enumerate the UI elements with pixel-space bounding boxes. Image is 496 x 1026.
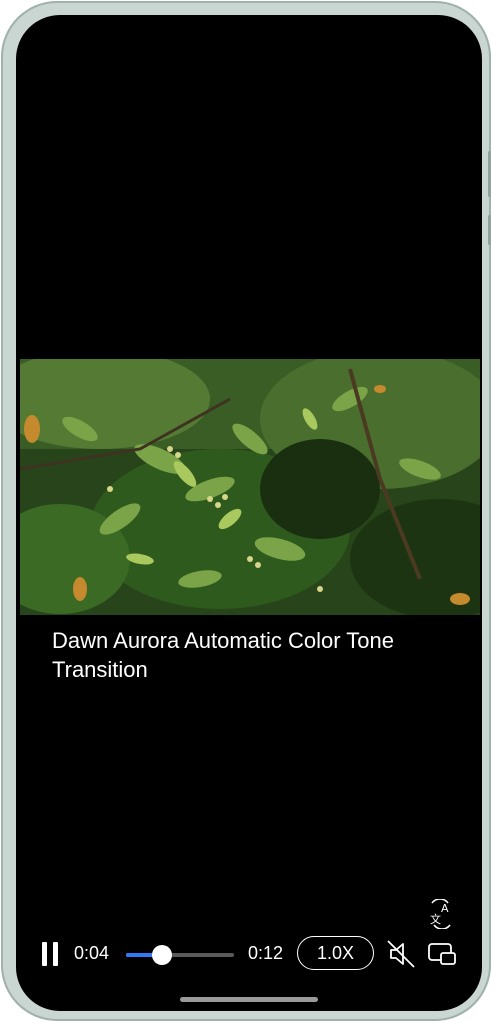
video-title: Dawn Aurora Automatic Color Tone Transit… — [52, 628, 394, 682]
muted-speaker-icon — [387, 940, 415, 968]
picture-in-picture-icon — [428, 943, 456, 965]
power-button — [488, 215, 491, 245]
pause-icon-bar — [53, 942, 58, 966]
playback-speed-button[interactable]: 1.0X — [297, 936, 374, 970]
translate-icon: A 文 — [430, 898, 451, 930]
phone-frame: Dawn Aurora Automatic Color Tone Transit… — [1, 1, 491, 1021]
mute-button[interactable] — [384, 937, 418, 971]
screen: Dawn Aurora Automatic Color Tone Transit… — [16, 15, 482, 1011]
pause-icon — [42, 942, 47, 966]
progress-handle[interactable] — [151, 945, 172, 965]
home-indicator[interactable] — [180, 997, 318, 1002]
duration-time: 0:12 — [248, 943, 284, 963]
progress-slider[interactable] — [126, 945, 234, 965]
playback-controls: 0:04 0:12 1.0X — [16, 933, 482, 977]
translate-button[interactable]: A 文 — [426, 898, 456, 930]
current-time: 0:04 — [74, 943, 110, 963]
svg-text:文: 文 — [430, 912, 441, 926]
pause-button[interactable] — [38, 938, 62, 970]
picture-in-picture-button[interactable] — [424, 939, 460, 969]
svg-text:A: A — [441, 902, 449, 915]
video-foliage-image — [20, 359, 480, 615]
video-frame[interactable] — [20, 359, 480, 615]
volume-button — [488, 151, 491, 197]
